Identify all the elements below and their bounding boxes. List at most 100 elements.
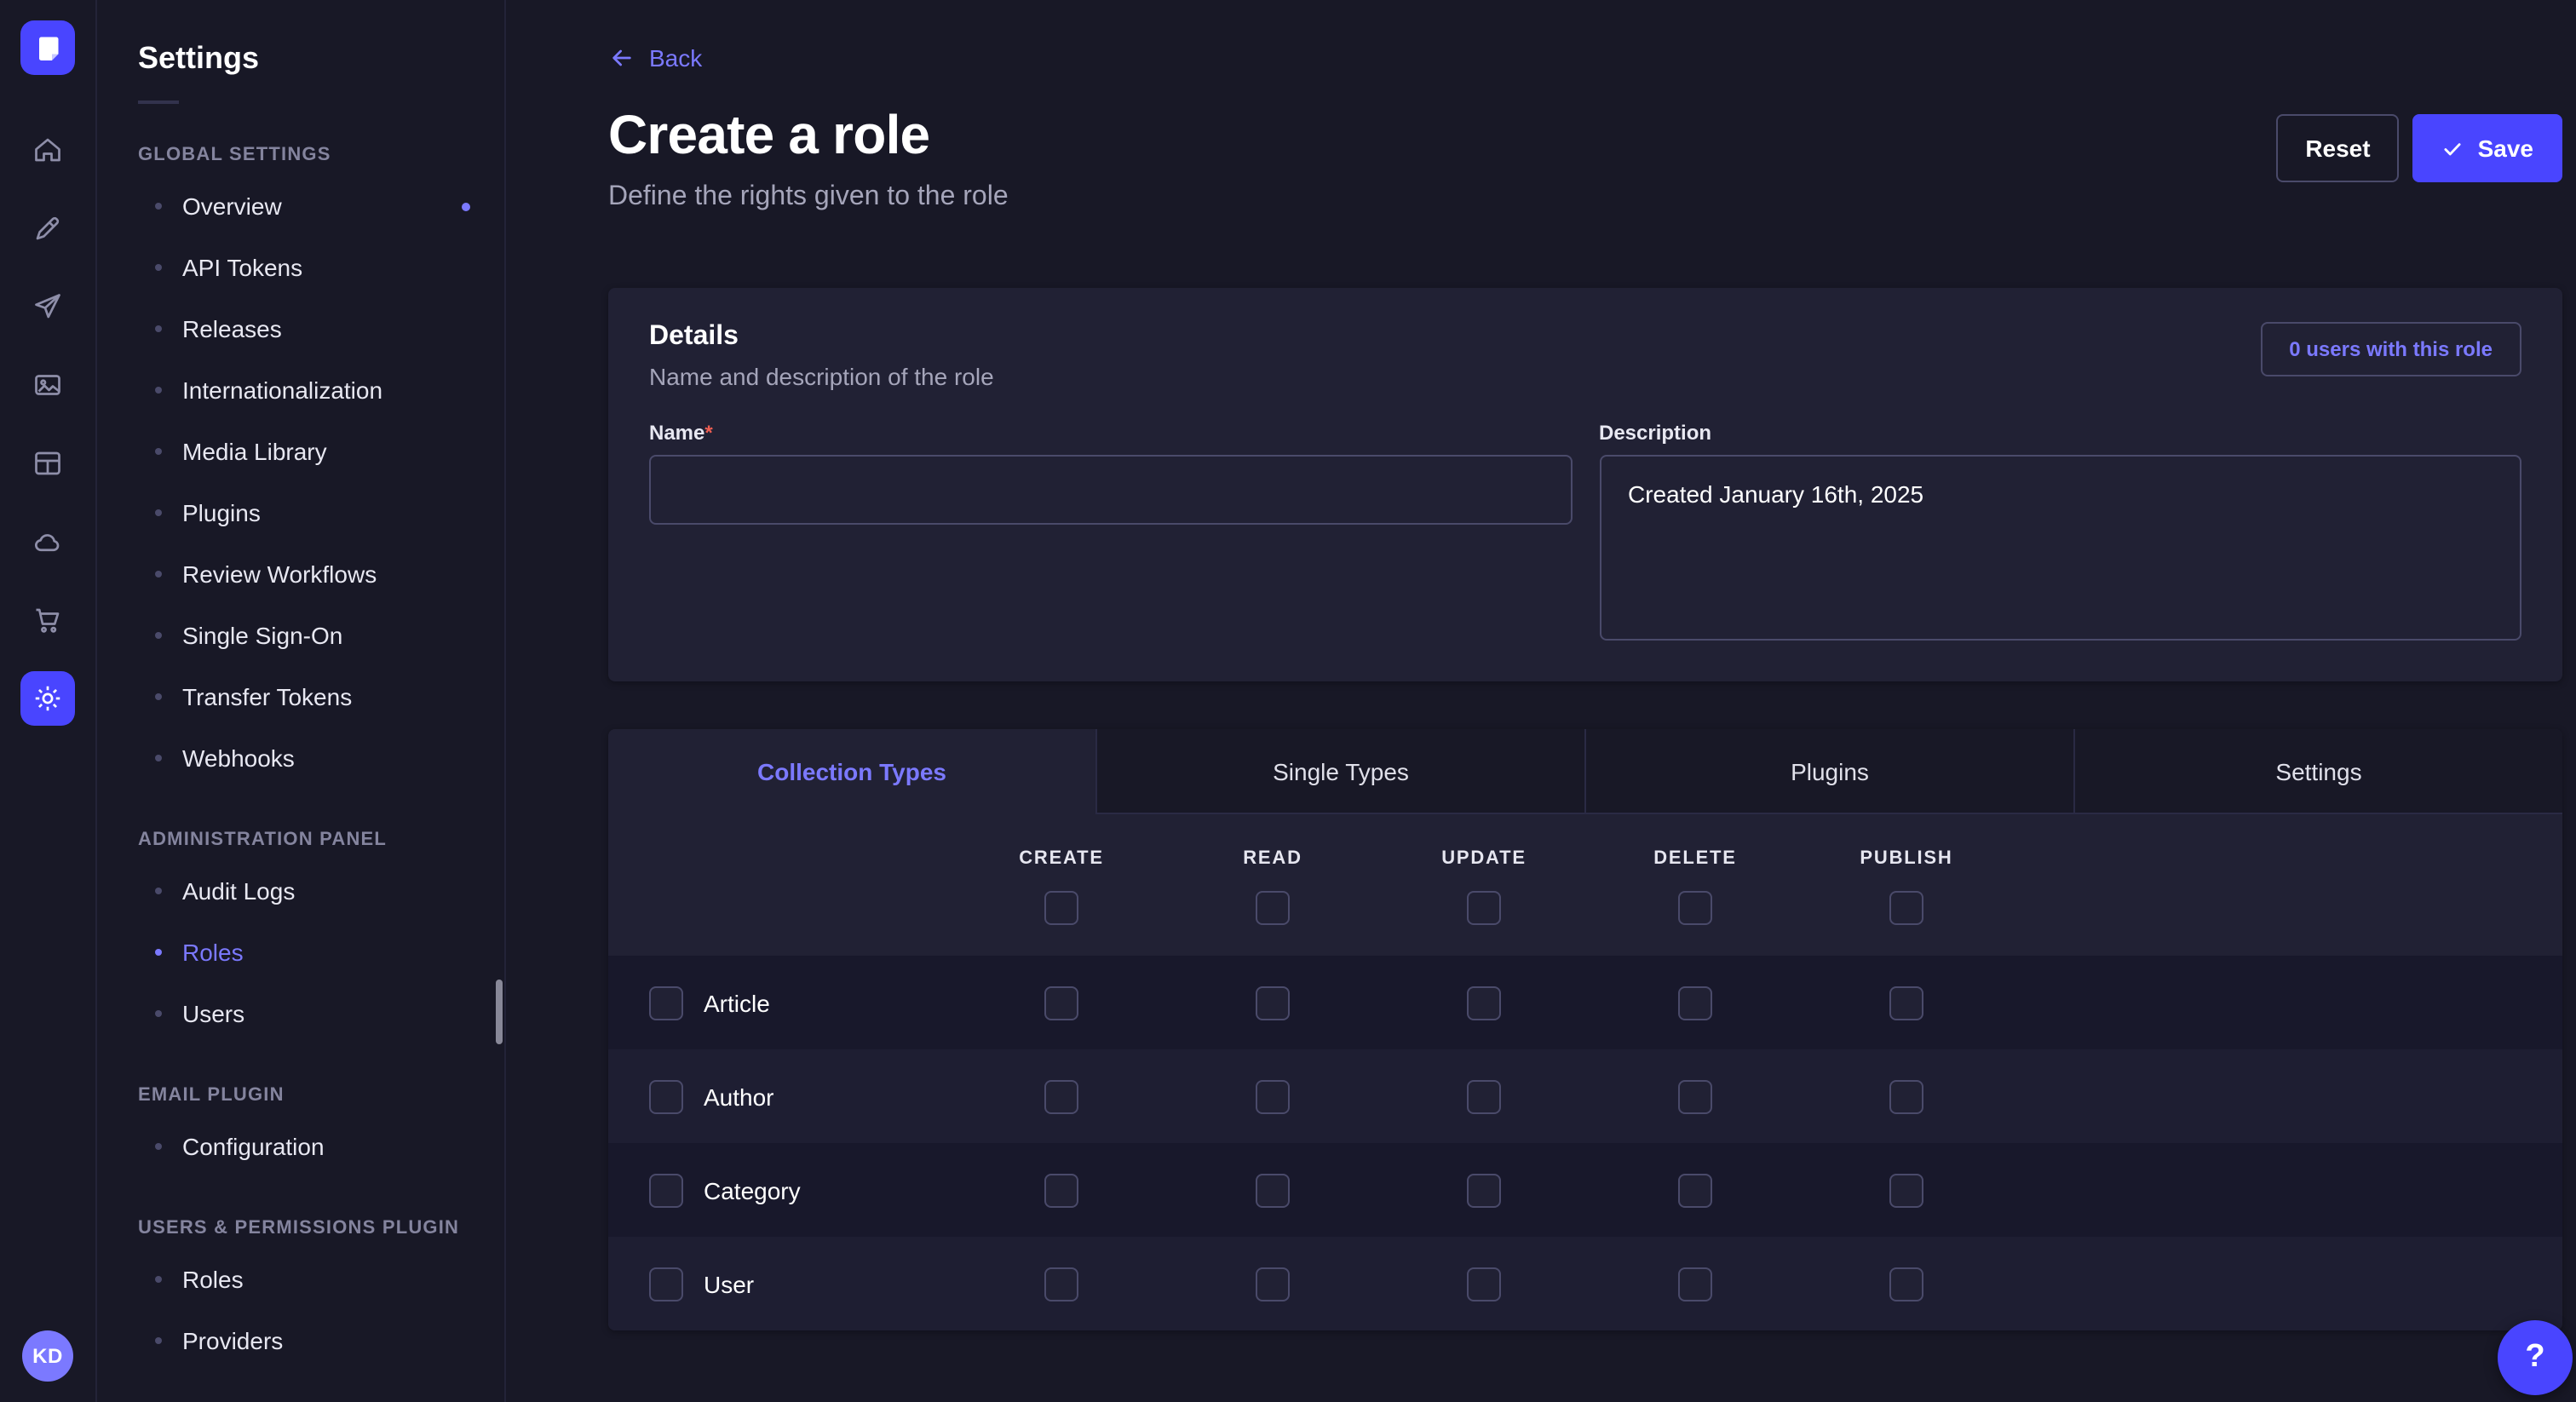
checkbox-selectall-create[interactable] <box>1044 891 1078 925</box>
required-asterisk: * <box>704 421 712 445</box>
sidebar-item-users[interactable]: Users <box>97 983 504 1044</box>
checkbox-article-select[interactable] <box>649 985 683 1020</box>
avatar[interactable]: KD <box>22 1330 73 1382</box>
name-label: Name* <box>649 421 1572 445</box>
checkbox-category-select[interactable] <box>649 1173 683 1207</box>
sidebar-item-review-workflows[interactable]: Review Workflows <box>97 543 504 605</box>
settings-icon[interactable] <box>20 671 75 726</box>
checkbox-article-update[interactable] <box>1467 985 1501 1020</box>
checkbox-category-publish[interactable] <box>1889 1173 1923 1207</box>
tab-single-types[interactable]: Single Types <box>1095 729 1584 814</box>
column-label-publish: PUBLISH <box>1860 848 1952 869</box>
checkbox-author-create[interactable] <box>1044 1079 1078 1113</box>
checkbox-category-read[interactable] <box>1256 1173 1290 1207</box>
tab-collection-types[interactable]: Collection Types <box>608 729 1095 814</box>
checkbox-selectall-delete[interactable] <box>1678 891 1712 925</box>
checkbox-author-read[interactable] <box>1256 1079 1290 1113</box>
checkbox-user-delete[interactable] <box>1678 1267 1712 1301</box>
sidebar-section-administration-panel: ADMINISTRATION PANEL Audit Logs Roles Us… <box>97 830 504 1044</box>
checkbox-author-select[interactable] <box>649 1079 683 1113</box>
row-title: Author <box>704 1083 774 1110</box>
sidebar-item-webhooks[interactable]: Webhooks <box>97 727 504 789</box>
sidebar-item-single-sign-on[interactable]: Single Sign-On <box>97 605 504 666</box>
cloud-icon[interactable] <box>20 514 75 569</box>
checkbox-selectall-publish[interactable] <box>1889 891 1923 925</box>
row-title: Article <box>704 989 770 1016</box>
checkbox-article-create[interactable] <box>1044 985 1078 1020</box>
sidebar-item-audit-logs[interactable]: Audit Logs <box>97 860 504 922</box>
marketplace-icon[interactable] <box>20 593 75 647</box>
sidebar-item-label: Review Workflows <box>182 560 377 588</box>
checkbox-category-update[interactable] <box>1467 1173 1501 1207</box>
checkbox-user-select[interactable] <box>649 1267 683 1301</box>
tab-settings[interactable]: Settings <box>2073 729 2562 814</box>
sidebar-section-label: EMAIL PLUGIN <box>97 1085 504 1106</box>
sidebar-item-releases[interactable]: Releases <box>97 298 504 359</box>
permission-row-author: Author <box>608 1049 2562 1143</box>
sidebar-item-label: Providers <box>182 1327 283 1354</box>
checkbox-user-update[interactable] <box>1467 1267 1501 1301</box>
sidebar-item-label: Transfer Tokens <box>182 683 352 710</box>
description-textarea[interactable]: Created January 16th, 2025 <box>1599 455 2521 641</box>
rail-nav <box>20 123 75 726</box>
cell <box>1801 985 2012 1020</box>
tab-plugins[interactable]: Plugins <box>1584 729 2073 814</box>
content-type-builder-icon[interactable] <box>20 436 75 491</box>
sidebar-item-label: Configuration <box>182 1133 325 1160</box>
checkbox-article-read[interactable] <box>1256 985 1290 1020</box>
notification-dot <box>462 202 470 210</box>
sidebar-item-transfer-tokens[interactable]: Transfer Tokens <box>97 666 504 727</box>
column-publish: PUBLISH <box>1801 848 2012 925</box>
checkbox-selectall-read[interactable] <box>1256 891 1290 925</box>
sidebar-item-api-tokens[interactable]: API Tokens <box>97 237 504 298</box>
content-manager-icon[interactable] <box>20 201 75 256</box>
sidebar-item-label: API Tokens <box>182 254 302 281</box>
media-library-icon[interactable] <box>20 358 75 412</box>
sidebar-item-internationalization[interactable]: Internationalization <box>97 359 504 421</box>
column-label-create: CREATE <box>1019 848 1104 869</box>
checkbox-article-delete[interactable] <box>1678 985 1712 1020</box>
cell <box>1590 1079 1801 1113</box>
sidebar-item-up-providers[interactable]: Providers <box>97 1310 504 1371</box>
cell <box>1167 1173 1378 1207</box>
sidebar-item-media-library[interactable]: Media Library <box>97 421 504 482</box>
checkbox-author-delete[interactable] <box>1678 1079 1712 1113</box>
checkbox-author-publish[interactable] <box>1889 1079 1923 1113</box>
sidebar-item-plugins[interactable]: Plugins <box>97 482 504 543</box>
cell <box>956 1173 1167 1207</box>
strapi-logo[interactable] <box>20 20 75 75</box>
checkbox-author-update[interactable] <box>1467 1079 1501 1113</box>
sidebar-item-roles[interactable]: Roles <box>97 922 504 983</box>
checkbox-user-create[interactable] <box>1044 1267 1078 1301</box>
sidebar-scrollbar-thumb[interactable] <box>496 980 503 1044</box>
sidebar-item-label: Roles <box>182 939 244 966</box>
users-with-role-button[interactable]: 0 users with this role <box>2260 322 2521 376</box>
save-label: Save <box>2478 135 2533 162</box>
checkbox-article-publish[interactable] <box>1889 985 1923 1020</box>
checkbox-category-create[interactable] <box>1044 1173 1078 1207</box>
description-field-group: Description Created January 16th, 2025 <box>1599 421 2521 641</box>
column-create: CREATE <box>956 848 1167 925</box>
sidebar-item-label: Roles <box>182 1266 244 1293</box>
name-input[interactable] <box>649 455 1572 525</box>
save-button[interactable]: Save <box>2413 114 2562 182</box>
details-title: Details <box>649 322 994 353</box>
sidebar-item-up-roles[interactable]: Roles <box>97 1249 504 1310</box>
cell <box>1167 985 1378 1020</box>
checkbox-selectall-update[interactable] <box>1467 891 1501 925</box>
help-button[interactable]: ? <box>2498 1320 2573 1395</box>
home-icon[interactable] <box>20 123 75 177</box>
check-icon <box>2442 137 2464 159</box>
sidebar-item-label: Releases <box>182 315 282 342</box>
checkbox-user-publish[interactable] <box>1889 1267 1923 1301</box>
deploy-icon[interactable] <box>20 279 75 334</box>
back-link[interactable]: Back <box>608 44 702 72</box>
checkbox-user-read[interactable] <box>1256 1267 1290 1301</box>
main-nav-rail: KD <box>0 0 97 1402</box>
page-header: Create a role Define the rights given to… <box>608 104 2562 213</box>
sidebar-item-configuration[interactable]: Configuration <box>97 1116 504 1177</box>
checkbox-category-delete[interactable] <box>1678 1173 1712 1207</box>
cell <box>1590 1173 1801 1207</box>
reset-button[interactable]: Reset <box>2276 114 2399 182</box>
sidebar-item-overview[interactable]: Overview <box>97 175 504 237</box>
